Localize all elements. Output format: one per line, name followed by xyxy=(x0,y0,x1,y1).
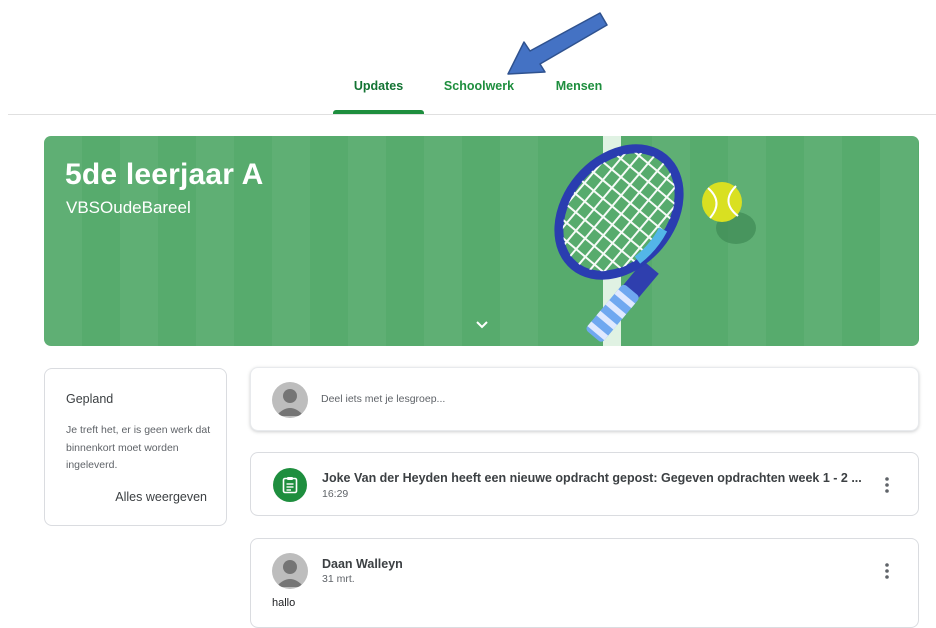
post-author: Daan Walleyn xyxy=(322,557,403,571)
user-icon xyxy=(276,560,304,587)
upcoming-card: Gepland Je treft het, er is geen werk da… xyxy=(44,368,227,526)
post-text: hallo xyxy=(272,597,296,609)
assignment-icon xyxy=(273,468,307,502)
more-vert-icon[interactable] xyxy=(877,559,897,583)
share-box[interactable]: Deel iets met je lesgroep... xyxy=(250,367,919,431)
post-time: 16:29 xyxy=(322,488,349,500)
tennis-racket-illustration xyxy=(539,142,756,342)
avatar xyxy=(272,382,308,418)
tab-mensen[interactable]: Mensen xyxy=(538,64,620,112)
tab-schoolwerk[interactable]: Schoolwerk xyxy=(433,64,525,112)
class-title: 5de leerjaar A xyxy=(65,158,264,191)
view-all-link[interactable]: Alles weergeven xyxy=(115,490,207,504)
tab-bar: Updates Schoolwerk Mensen xyxy=(8,64,936,115)
user-icon xyxy=(276,389,304,416)
stream-item-assignment[interactable]: Joke Van der Heyden heeft een nieuwe opd… xyxy=(250,452,919,516)
upcoming-text: Je treft het, er is geen werk dat binnen… xyxy=(66,424,211,471)
class-subtitle: VBSOudeBareel xyxy=(66,198,191,217)
upcoming-title: Gepland xyxy=(66,392,114,406)
post-title[interactable]: Joke Van der Heyden heeft een nieuwe opd… xyxy=(322,471,867,485)
avatar xyxy=(272,553,308,589)
tab-updates[interactable]: Updates xyxy=(333,64,424,114)
class-banner: 5de leerjaar A VBSOudeBareel xyxy=(44,136,919,346)
more-vert-icon[interactable] xyxy=(877,473,897,497)
stream-item-announcement: Daan Walleyn 31 mrt. hallo xyxy=(250,538,919,628)
share-input[interactable]: Deel iets met je lesgroep... xyxy=(321,393,445,405)
post-date: 31 mrt. xyxy=(322,573,355,585)
chevron-down-icon[interactable] xyxy=(473,316,491,334)
